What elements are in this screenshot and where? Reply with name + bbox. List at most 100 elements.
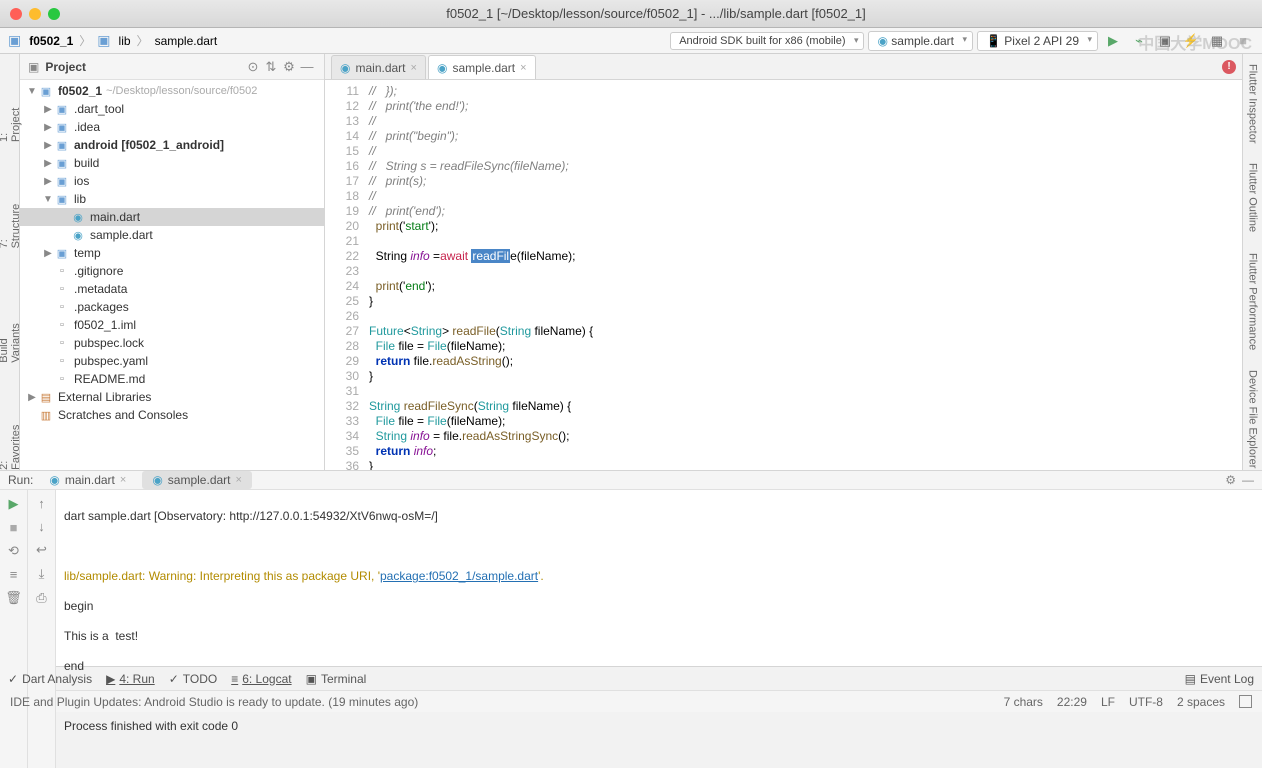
run-button[interactable]: ▶	[1102, 30, 1124, 52]
favorites-tab[interactable]: 2: Favorites	[0, 423, 22, 470]
tree-item--metadata[interactable]: ▫.metadata	[20, 280, 324, 298]
tree-root[interactable]: ▼▣ f0502_1 ~/Desktop/lesson/source/f0502	[20, 82, 324, 100]
console-line: This is a test!	[64, 629, 1254, 644]
project-dropdown-icon[interactable]: ▣	[28, 60, 39, 74]
close-tab-icon[interactable]: ×	[520, 62, 526, 74]
tree-item-README-md[interactable]: ▫README.md	[20, 370, 324, 388]
gc-button[interactable]: 🗑	[5, 590, 22, 606]
build-variants-tab[interactable]: Build Variants	[0, 308, 22, 363]
hot-reload-button[interactable]: ⚡	[1180, 30, 1202, 52]
project-tool-tab[interactable]: 1: Project	[0, 104, 22, 142]
restart-button[interactable]: ⟲	[8, 543, 19, 559]
project-panel: ▣ Project ⊙ ⇅ ⚙ — ▼▣ f0502_1 ~/Desktop/l…	[20, 54, 325, 470]
close-tab-icon[interactable]: ×	[411, 62, 417, 74]
status-line-sep[interactable]: LF	[1101, 695, 1115, 709]
logcat-tab[interactable]: ≡ 6: Logcat	[231, 672, 291, 686]
tree-item-lib[interactable]: ▼▣lib	[20, 190, 324, 208]
down-stack-button[interactable]: ↓	[38, 519, 45, 534]
structure-tool-tab[interactable]: 7: Structure	[0, 202, 22, 248]
tree-item--packages[interactable]: ▫.packages	[20, 298, 324, 316]
device-selector[interactable]: 📱 Pixel 2 API 29	[977, 31, 1098, 51]
titlebar: f0502_1 [~/Desktop/lesson/source/f0502_1…	[0, 0, 1262, 28]
package-uri-link[interactable]: package:f0502_1/sample.dart	[380, 569, 538, 583]
todo-tab[interactable]: ✓ TODO	[169, 672, 218, 686]
settings-icon[interactable]: ⚙	[280, 58, 298, 76]
stop-button[interactable]: ■	[1232, 30, 1254, 52]
breadcrumb-sep: 〉	[79, 32, 91, 49]
folder-icon: ▣	[97, 32, 110, 49]
run-panel: Run: ◉main.dart× ◉sample.dart× ⚙ — ▶ ■ ⟲…	[0, 470, 1262, 666]
hide-panel-icon[interactable]: —	[298, 58, 316, 76]
pause-button[interactable]: ≡	[10, 567, 18, 582]
tree-item-temp[interactable]: ▶▣temp	[20, 244, 324, 262]
scroll-end-button[interactable]: ⤓	[39, 566, 45, 582]
terminal-tab[interactable]: ▣ Terminal	[306, 672, 367, 686]
attach-button[interactable]: ▦	[1206, 30, 1228, 52]
console-warning: lib/sample.dart: Warning: Interpreting t…	[64, 569, 1254, 584]
status-caret[interactable]: 22:29	[1057, 695, 1087, 709]
project-icon: ▣	[8, 32, 21, 49]
stop-run-button[interactable]: ■	[10, 520, 18, 535]
padlock-icon[interactable]	[1239, 695, 1252, 708]
tree-item-pubspec-lock[interactable]: ▫pubspec.lock	[20, 334, 324, 352]
event-log-tab[interactable]: ▤ Event Log	[1185, 672, 1254, 686]
tab-sample-dart[interactable]: ◉sample.dart×	[428, 55, 536, 79]
select-opened-file-icon[interactable]: ⊙	[244, 58, 262, 76]
breadcrumb-root[interactable]: f0502_1	[29, 34, 73, 48]
maximize-window-button[interactable]	[48, 8, 60, 20]
up-stack-button[interactable]: ↑	[38, 496, 45, 511]
hide-run-panel-icon[interactable]: —	[1242, 473, 1254, 487]
tree-item-main-dart[interactable]: ◉main.dart	[20, 208, 324, 226]
window-title: f0502_1 [~/Desktop/lesson/source/f0502_1…	[60, 6, 1252, 21]
print-button[interactable]: ⎙	[36, 590, 46, 606]
tree-item-f0502_1-iml[interactable]: ▫f0502_1.iml	[20, 316, 324, 334]
line-gutter[interactable]: 1112131415161718192021222324252627282930…	[325, 80, 369, 470]
status-indent[interactable]: 2 spaces	[1177, 695, 1225, 709]
rerun-button[interactable]: ▶	[9, 496, 19, 512]
tab-main-dart[interactable]: ◉main.dart×	[331, 55, 426, 79]
run-settings-icon[interactable]: ⚙	[1225, 473, 1236, 487]
minimize-window-button[interactable]	[29, 8, 41, 20]
tree-item--gitignore[interactable]: ▫.gitignore	[20, 262, 324, 280]
run-tab-main[interactable]: ◉main.dart×	[39, 471, 136, 489]
run-panel-title: Run:	[8, 473, 33, 487]
editor[interactable]: ◉main.dart× ◉sample.dart× 11121314151617…	[325, 54, 1242, 470]
run-toolbar-2: ↑ ↓ ↩ ⤓ ⎙	[28, 490, 56, 768]
flutter-inspector-tab[interactable]: Flutter Inspector	[1247, 64, 1259, 143]
tree-item--dart_tool[interactable]: ▶▣.dart_tool	[20, 100, 324, 118]
console-line: begin	[64, 599, 1254, 614]
tree-item-sample-dart[interactable]: ◉sample.dart	[20, 226, 324, 244]
expand-all-icon[interactable]: ⇅	[262, 58, 280, 76]
left-tool-stripe: 1: Project 7: Structure Build Variants 2…	[0, 54, 20, 470]
status-chars: 7 chars	[1004, 695, 1043, 709]
tree-item-build[interactable]: ▶▣build	[20, 154, 324, 172]
code-area[interactable]: // });// print('the end!');//// print("b…	[369, 80, 1242, 470]
navigation-bar: ▣ f0502_1 〉 ▣ lib 〉 sample.dart Android …	[0, 28, 1262, 54]
dart-analysis-tab[interactable]: ✓ Dart Analysis	[8, 672, 92, 686]
tree-item-pubspec-yaml[interactable]: ▫pubspec.yaml	[20, 352, 324, 370]
tree-item--idea[interactable]: ▶▣.idea	[20, 118, 324, 136]
debug-button[interactable]: ⌁	[1128, 30, 1150, 52]
breadcrumb-file[interactable]: sample.dart	[155, 34, 218, 48]
soft-wrap-button[interactable]: ↩	[36, 542, 47, 558]
flutter-performance-tab[interactable]: Flutter Performance	[1247, 253, 1259, 350]
breadcrumb-sep: 〉	[137, 32, 149, 49]
project-tree[interactable]: ▼▣ f0502_1 ~/Desktop/lesson/source/f0502…	[20, 80, 324, 470]
breadcrumb-lib[interactable]: lib	[119, 34, 131, 48]
device-file-explorer-tab[interactable]: Device File Explorer	[1247, 370, 1259, 468]
project-panel-title[interactable]: Project	[45, 60, 244, 74]
tree-item-android--f0502_1_android-[interactable]: ▶▣android [f0502_1_android]	[20, 136, 324, 154]
run-config-selector[interactable]: ◉ sample.dart	[868, 31, 973, 51]
external-libraries[interactable]: ▶▤ External Libraries	[20, 388, 324, 406]
close-window-button[interactable]	[10, 8, 22, 20]
target-selector[interactable]: Android SDK built for x86 (mobile)	[670, 32, 864, 50]
profile-button[interactable]: ▣	[1154, 30, 1176, 52]
console-output[interactable]: dart sample.dart [Observatory: http://12…	[56, 490, 1262, 768]
scratches-consoles[interactable]: ▥ Scratches and Consoles	[20, 406, 324, 424]
tree-item-ios[interactable]: ▶▣ios	[20, 172, 324, 190]
error-indicator-icon[interactable]: !	[1222, 60, 1236, 74]
run-tab-sample[interactable]: ◉sample.dart×	[142, 471, 252, 489]
run-tab[interactable]: ▶ 4: Run	[106, 672, 155, 686]
flutter-outline-tab[interactable]: Flutter Outline	[1247, 163, 1259, 232]
status-encoding[interactable]: UTF-8	[1129, 695, 1163, 709]
